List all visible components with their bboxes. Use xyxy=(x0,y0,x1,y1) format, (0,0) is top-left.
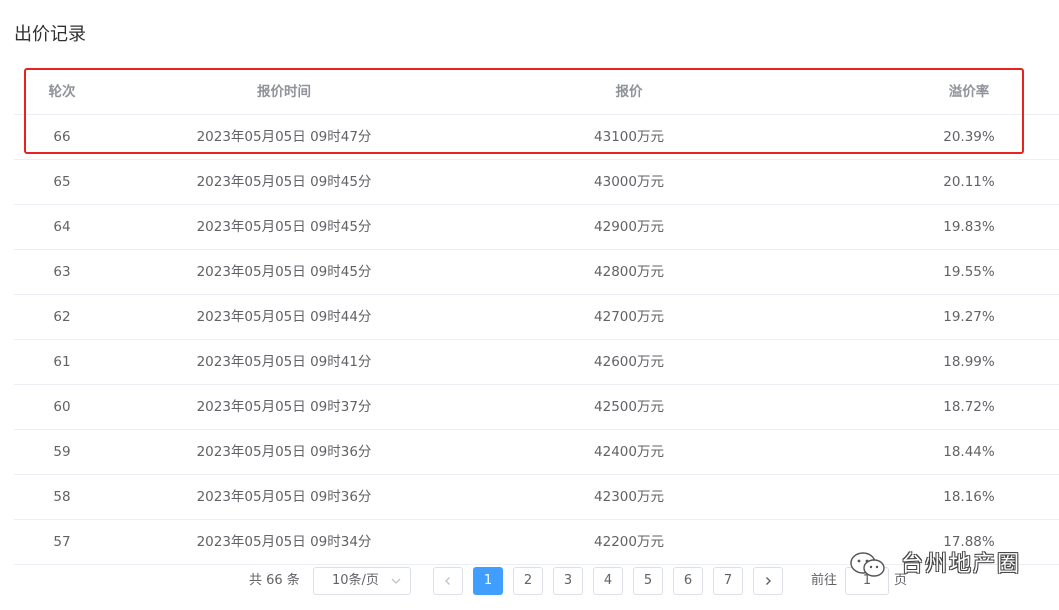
cell-price: 42400万元 xyxy=(594,444,664,460)
total-count: 共 66 条 xyxy=(249,573,300,588)
cell-round: 66 xyxy=(53,129,71,145)
table-row: 62 2023年05月05日 09时44分 42700万元 19.27% xyxy=(14,295,1059,340)
page-button-1[interactable]: 1 xyxy=(473,567,503,595)
table-row: 63 2023年05月05日 09时45分 42800万元 19.55% xyxy=(14,250,1059,295)
cell-rate: 18.99% xyxy=(943,354,995,370)
table-row: 59 2023年05月05日 09时36分 42400万元 18.44% xyxy=(14,430,1059,475)
bid-record-table: 轮次 报价时间 报价 溢价率 66 2023年05月05日 09时47分 43100… xyxy=(14,70,1059,565)
cell-time: 2023年05月05日 09时44分 xyxy=(196,309,372,325)
watermark-text: 台州地产圈 xyxy=(901,552,1022,577)
header-rate: 溢价率 xyxy=(948,84,990,100)
table-row: 64 2023年05月05日 09时45分 42900万元 19.83% xyxy=(14,205,1059,250)
cell-time: 2023年05月05日 09时47分 xyxy=(196,129,372,145)
page-size-select[interactable]: 10条/页 xyxy=(313,567,411,595)
header-price: 报价 xyxy=(615,84,643,100)
page-button-5[interactable]: 5 xyxy=(633,567,663,595)
page-button-4[interactable]: 4 xyxy=(593,567,623,595)
header-round: 轮次 xyxy=(48,84,76,100)
cell-time: 2023年05月05日 09时45分 xyxy=(196,174,372,190)
cell-rate: 20.11% xyxy=(943,174,995,190)
prev-page-button[interactable] xyxy=(433,567,463,595)
cell-price: 42200万元 xyxy=(594,534,664,550)
goto-label: 前往 xyxy=(811,573,838,588)
page-title: 出价记录 xyxy=(14,24,86,45)
page-button-2[interactable]: 2 xyxy=(513,567,543,595)
cell-round: 64 xyxy=(53,219,71,235)
cell-round: 57 xyxy=(53,534,71,550)
chevron-right-icon xyxy=(766,577,771,585)
table-row: 60 2023年05月05日 09时37分 42500万元 18.72% xyxy=(14,385,1059,430)
cell-round: 62 xyxy=(53,309,71,325)
header-time: 报价时间 xyxy=(257,84,311,100)
cell-price: 42700万元 xyxy=(594,309,664,325)
cell-price: 42800万元 xyxy=(594,264,664,280)
table-row: 58 2023年05月05日 09时36分 42300万元 18.16% xyxy=(14,475,1059,520)
cell-rate: 19.55% xyxy=(943,264,995,280)
table-row: 61 2023年05月05日 09时41分 42600万元 18.99% xyxy=(14,340,1059,385)
cell-rate: 20.39% xyxy=(943,129,995,145)
cell-rate: 18.44% xyxy=(943,444,995,460)
cell-time: 2023年05月05日 09时37分 xyxy=(196,399,372,415)
cell-time: 2023年05月05日 09时34分 xyxy=(196,534,372,550)
page-button-7[interactable]: 7 xyxy=(713,567,743,595)
table-row: 66 2023年05月05日 09时47分 43100万元 20.39% xyxy=(14,115,1059,160)
next-page-button[interactable] xyxy=(753,567,783,595)
cell-round: 60 xyxy=(53,399,71,415)
page-button-3[interactable]: 3 xyxy=(553,567,583,595)
table-header: 轮次 报价时间 报价 溢价率 xyxy=(14,70,1059,115)
cell-time: 2023年05月05日 09时45分 xyxy=(196,219,372,235)
cell-round: 65 xyxy=(53,174,71,190)
cell-round: 59 xyxy=(53,444,71,460)
cell-time: 2023年05月05日 09时36分 xyxy=(196,444,372,460)
cell-price: 43000万元 xyxy=(594,174,664,190)
watermark: 台州地产圈 xyxy=(848,548,1021,582)
cell-price: 42600万元 xyxy=(594,354,664,370)
cell-rate: 18.72% xyxy=(943,399,995,415)
cell-time: 2023年05月05日 09时45分 xyxy=(196,264,372,280)
cell-price: 43100万元 xyxy=(594,129,664,145)
cell-time: 2023年05月05日 09时36分 xyxy=(196,489,372,505)
table-row: 65 2023年05月05日 09时45分 43000万元 20.11% xyxy=(14,160,1059,205)
cell-round: 63 xyxy=(53,264,71,280)
page-button-6[interactable]: 6 xyxy=(673,567,703,595)
cell-rate: 18.16% xyxy=(943,489,995,505)
chevron-left-icon xyxy=(445,577,450,585)
cell-price: 42500万元 xyxy=(594,399,664,415)
wechat-icon xyxy=(848,550,888,580)
page-size-value: 10条/页 xyxy=(332,573,379,588)
cell-price: 42900万元 xyxy=(594,219,664,235)
cell-round: 61 xyxy=(53,354,71,370)
cell-price: 42300万元 xyxy=(594,489,664,505)
cell-time: 2023年05月05日 09时41分 xyxy=(196,354,372,370)
cell-round: 58 xyxy=(53,489,71,505)
cell-rate: 19.27% xyxy=(943,309,995,325)
chevron-down-icon xyxy=(390,568,402,594)
cell-rate: 19.83% xyxy=(943,219,995,235)
